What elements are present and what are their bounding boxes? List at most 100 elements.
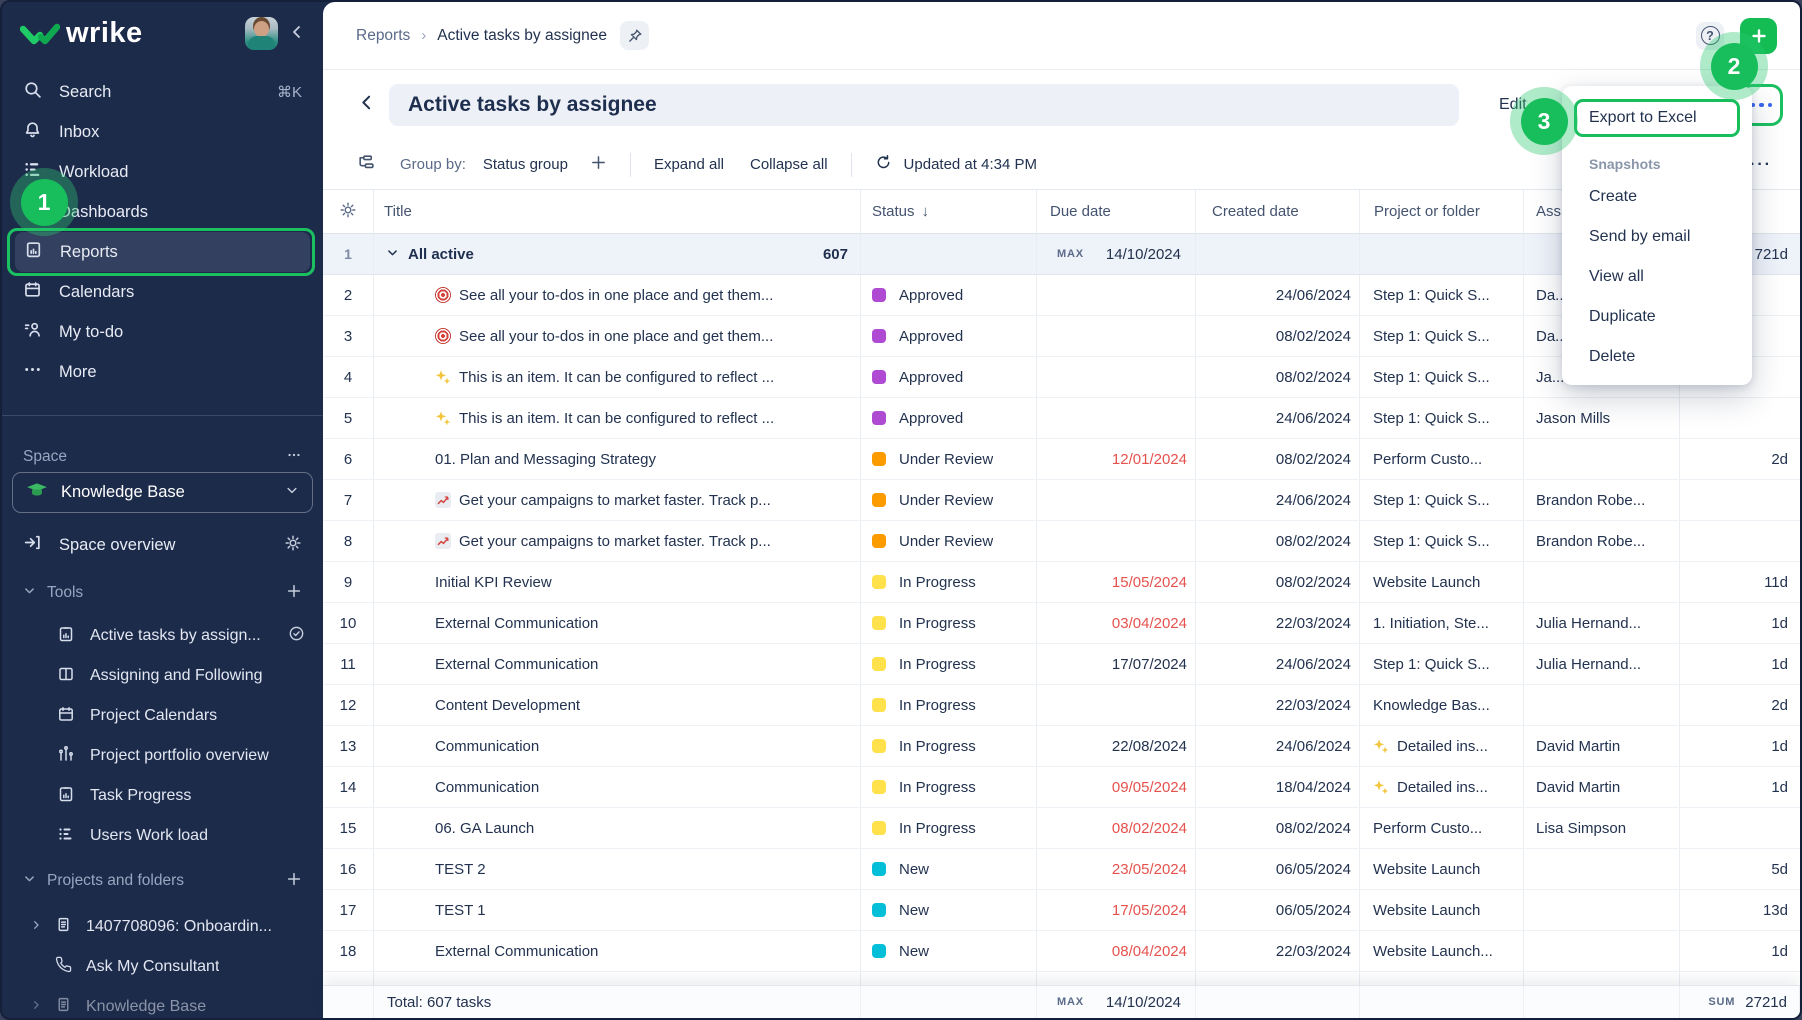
sidebar-item-assigning-following[interactable]: Assigning and Following xyxy=(2,656,323,696)
back-icon[interactable] xyxy=(357,93,376,117)
column-header-status[interactable]: Status ↓ xyxy=(861,190,1037,233)
chevron-right-icon[interactable] xyxy=(30,918,44,936)
status-cell[interactable]: In Progress xyxy=(861,562,1037,602)
menu-item-delete[interactable]: Delete xyxy=(1562,337,1752,377)
menu-item-export-to-excel[interactable]: Export to Excel xyxy=(1577,102,1737,134)
menu-section-snapshots: Snapshots xyxy=(1562,141,1752,177)
menu-item-view-all[interactable]: View all xyxy=(1562,257,1752,297)
status-cell[interactable]: Approved xyxy=(861,357,1037,397)
table-row[interactable]: 14CommunicationIn Progress09/05/202418/0… xyxy=(323,767,1800,808)
sidebar-item-my-to-do[interactable]: My to-do xyxy=(2,312,323,352)
table-row[interactable]: 601. Plan and Messaging StrategyUnder Re… xyxy=(323,439,1800,480)
column-header-project[interactable]: Project or folder xyxy=(1360,190,1524,233)
sidebar-item-search[interactable]: Search ⌘K xyxy=(2,72,323,112)
pin-icon[interactable] xyxy=(620,21,649,50)
tools-section-header[interactable]: Tools xyxy=(2,575,323,611)
sidebar-collapse-icon[interactable] xyxy=(288,23,306,46)
status-cell[interactable]: In Progress xyxy=(861,685,1037,725)
menu-item-duplicate[interactable]: Duplicate xyxy=(1562,297,1752,337)
status-cell[interactable]: Under Review xyxy=(861,439,1037,479)
column-header-title[interactable]: Title xyxy=(374,190,861,233)
column-header-created-date[interactable]: Created date xyxy=(1196,190,1360,233)
status-cell[interactable]: New xyxy=(861,849,1037,889)
table-row[interactable]: 12Content DevelopmentIn Progress22/03/20… xyxy=(323,685,1800,726)
add-grouping-icon[interactable] xyxy=(590,154,607,175)
projects-section-header[interactable]: Projects and folders xyxy=(2,863,323,899)
table-row[interactable]: 16TEST 2New23/05/202406/05/2024Website L… xyxy=(323,849,1800,890)
table-row[interactable]: 8Get your campaigns to market faster. Tr… xyxy=(323,521,1800,562)
chevron-down-icon[interactable] xyxy=(386,246,399,263)
status-cell[interactable]: In Progress xyxy=(861,726,1037,766)
sidebar-item-calendars[interactable]: Calendars xyxy=(2,272,323,312)
sidebar-item-knowledge-base-folder[interactable]: Knowledge Base xyxy=(2,987,323,1020)
chevron-down-icon xyxy=(23,872,37,890)
sidebar-item-reports[interactable]: Reports xyxy=(15,232,310,272)
chevron-right-icon[interactable] xyxy=(30,998,44,1016)
status-cell[interactable]: In Progress xyxy=(861,644,1037,684)
sidebar-item-space-overview[interactable]: Space overview xyxy=(2,525,323,565)
sidebar-item-workload[interactable]: Workload xyxy=(2,152,323,192)
updated-at-text[interactable]: Updated at 4:34 PM xyxy=(904,156,1037,173)
status-chip xyxy=(872,657,886,671)
sidebar-item-dashboards[interactable]: Dashboards xyxy=(2,192,323,232)
space-selector[interactable]: Knowledge Base xyxy=(12,472,313,513)
create-new-button[interactable] xyxy=(1740,18,1777,54)
project-cell: Step 1: Quick S... xyxy=(1360,357,1524,397)
status-cell[interactable]: Approved xyxy=(861,275,1037,315)
status-cell[interactable]: Approved xyxy=(861,398,1037,438)
wrike-logo-icon xyxy=(20,20,60,50)
status-cell[interactable]: New xyxy=(861,931,1037,971)
avatar[interactable] xyxy=(245,17,278,50)
sidebar-item-more[interactable]: More xyxy=(2,352,323,392)
table-row[interactable]: 11External CommunicationIn Progress17/07… xyxy=(323,644,1800,685)
table-row[interactable]: 17TEST 1New17/05/202406/05/2024Website L… xyxy=(323,890,1800,931)
sidebar-item-project-portfolio[interactable]: Project portfolio overview xyxy=(2,736,323,776)
space-more-icon[interactable] xyxy=(286,447,302,468)
edit-button[interactable]: Edit xyxy=(1499,96,1527,114)
status-cell[interactable]: In Progress xyxy=(861,767,1037,807)
status-cell[interactable]: New xyxy=(861,890,1037,930)
table-row[interactable]: 7Get your campaigns to market faster. Tr… xyxy=(323,480,1800,521)
expand-all-button[interactable]: Expand all xyxy=(654,156,724,173)
sidebar-item-inbox[interactable]: Inbox xyxy=(2,112,323,152)
report-title-input[interactable]: Active tasks by assignee xyxy=(389,84,1459,126)
due-date-cell xyxy=(1037,275,1196,315)
menu-item-create[interactable]: Create xyxy=(1562,177,1752,217)
status-chip xyxy=(872,862,886,876)
sidebar-item-project-calendars[interactable]: Project Calendars xyxy=(2,696,323,736)
sidebar-item-users-workload[interactable]: Users Work load xyxy=(2,816,323,856)
table-row[interactable]: 10External CommunicationIn Progress03/04… xyxy=(323,603,1800,644)
task-title-cell: Communication xyxy=(374,726,861,766)
toolbar-more-icon[interactable]: ··· xyxy=(1750,156,1772,174)
sidebar-item-active-tasks-report[interactable]: Active tasks by assign... xyxy=(2,616,323,656)
toolbar-divider xyxy=(851,153,852,177)
help-button[interactable]: ? xyxy=(1696,22,1724,50)
sidebar-item-onboarding-project[interactable]: 1407708096: Onboardin... xyxy=(2,907,323,947)
add-tool-icon[interactable] xyxy=(286,583,302,604)
table-row[interactable]: 5This is an item. It can be configured t… xyxy=(323,398,1800,439)
collapse-all-button[interactable]: Collapse all xyxy=(750,156,828,173)
status-cell[interactable]: Under Review xyxy=(861,480,1037,520)
table-row[interactable]: 18External CommunicationNew08/04/202422/… xyxy=(323,931,1800,972)
table-row[interactable]: 13CommunicationIn Progress22/08/202424/0… xyxy=(323,726,1800,767)
table-row[interactable]: 1506. GA LaunchIn Progress08/02/202408/0… xyxy=(323,808,1800,849)
table-settings-cell[interactable] xyxy=(323,190,374,233)
sidebar-item-ask-my-consultant[interactable]: Ask My Consultant xyxy=(2,947,323,987)
sidebar-item-task-progress[interactable]: Task Progress xyxy=(2,776,323,816)
group-by-value[interactable]: Status group xyxy=(483,156,568,173)
table-row[interactable]: 1903. External ResearchNew24/06/2024Deta… xyxy=(323,972,1800,985)
table-row[interactable]: 9Initial KPI ReviewIn Progress15/05/2024… xyxy=(323,562,1800,603)
status-cell[interactable]: In Progress xyxy=(861,603,1037,643)
breadcrumb-parent[interactable]: Reports xyxy=(356,27,410,45)
menu-item-send-by-email[interactable]: Send by email xyxy=(1562,217,1752,257)
add-project-icon[interactable] xyxy=(286,871,302,892)
status-cell[interactable]: In Progress xyxy=(861,808,1037,848)
chart-increasing-icon xyxy=(435,492,451,508)
status-cell[interactable]: Under Review xyxy=(861,521,1037,561)
sidebar-item-label: Task Progress xyxy=(90,787,191,805)
refresh-icon[interactable] xyxy=(875,154,892,175)
gear-icon[interactable] xyxy=(284,534,302,557)
status-cell[interactable]: New xyxy=(861,972,1037,985)
column-header-due-date[interactable]: Due date xyxy=(1037,190,1196,233)
status-cell[interactable]: Approved xyxy=(861,316,1037,356)
